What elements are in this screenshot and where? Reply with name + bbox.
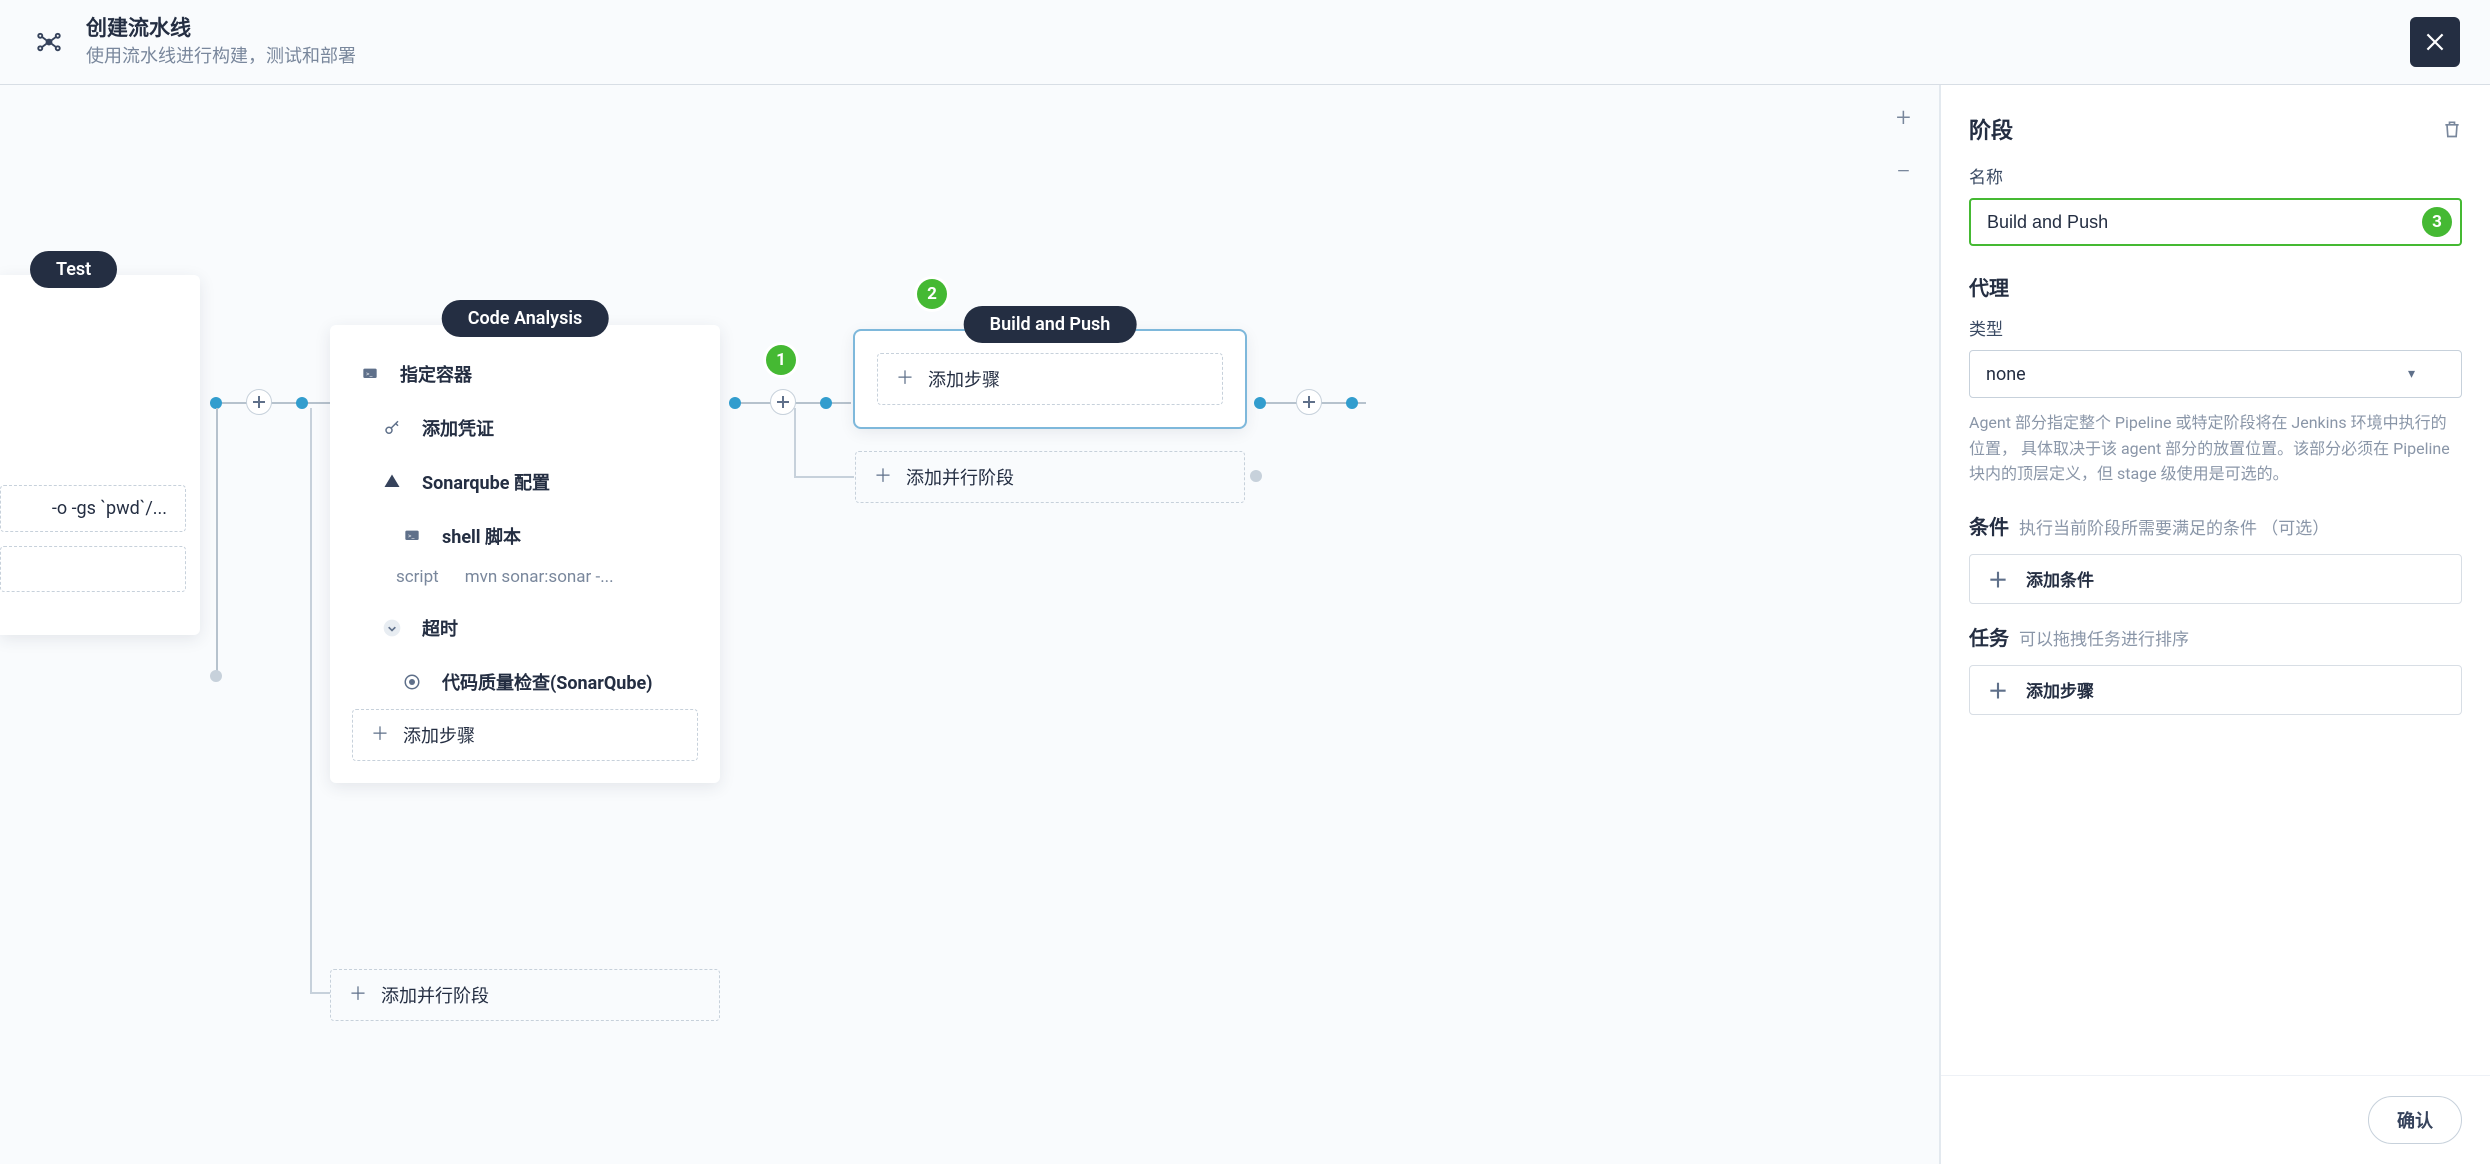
plus-icon: ＋ bbox=[349, 986, 367, 1004]
shell-script-row[interactable]: script mvn sonar:sonar -... bbox=[352, 563, 698, 601]
stage-pill-test[interactable]: Test bbox=[30, 251, 117, 288]
page-title: 创建流水线 bbox=[86, 15, 356, 44]
stage-pill-build-push[interactable]: Build and Push bbox=[964, 306, 1137, 343]
svg-text:>_: >_ bbox=[366, 370, 372, 378]
test-script-text: -o -gs `pwd`/... bbox=[52, 498, 167, 519]
build-push-add-parallel-label: 添加并行阶段 bbox=[906, 464, 1014, 490]
pipeline-logo-icon bbox=[30, 23, 68, 61]
close-button[interactable] bbox=[2410, 17, 2460, 67]
terminal-icon: >_ bbox=[358, 362, 382, 386]
step-timeout-label: 超时 bbox=[422, 615, 458, 641]
delete-stage-button[interactable] bbox=[2442, 117, 2462, 141]
plus-icon: ＋ bbox=[874, 468, 892, 486]
step-credential-label: 添加凭证 bbox=[422, 415, 494, 441]
chevron-down-icon bbox=[380, 616, 404, 640]
test-placeholder-row[interactable] bbox=[0, 546, 186, 592]
confirm-button[interactable]: 确认 bbox=[2368, 1096, 2462, 1144]
sonarqube-icon bbox=[380, 470, 404, 494]
step-shell[interactable]: >_ shell 脚本 bbox=[352, 509, 698, 563]
build-push-add-step[interactable]: ＋ 添加步骤 bbox=[877, 353, 1223, 405]
add-condition-button[interactable]: ＋ 添加条件 bbox=[1969, 554, 2462, 604]
close-icon bbox=[2422, 29, 2448, 55]
add-stage-between-code-build[interactable] bbox=[770, 389, 796, 415]
step-shell-label: shell 脚本 bbox=[442, 523, 521, 549]
agent-type-select[interactable]: none ▾ bbox=[1969, 350, 2462, 398]
step-quality-label: 代码质量检查(SonarQube) bbox=[442, 669, 653, 695]
add-stage-between-test-code[interactable] bbox=[246, 389, 272, 415]
condition-section-title: 条件 bbox=[1969, 511, 2009, 540]
shell-script-value: mvn sonar:sonar -... bbox=[465, 567, 614, 587]
step-container[interactable]: >_ 指定容器 bbox=[352, 347, 698, 401]
shell-script-key: script bbox=[396, 567, 439, 587]
agent-section-title: 代理 bbox=[1969, 272, 2462, 301]
plus-icon: ＋ bbox=[371, 726, 389, 744]
stage-card-code-analysis[interactable]: Code Analysis >_ 指定容器 添加凭证 bbox=[330, 325, 720, 783]
callout-badge-3: 3 bbox=[2422, 207, 2452, 237]
build-push-add-step-label: 添加步骤 bbox=[928, 366, 1000, 392]
code-analysis-add-step-label: 添加步骤 bbox=[403, 722, 475, 748]
terminal-icon: >_ bbox=[400, 524, 424, 548]
test-script-fragment[interactable]: -o -gs `pwd`/... bbox=[0, 485, 186, 532]
step-quality-gate[interactable]: 代码质量检查(SonarQube) bbox=[352, 655, 698, 709]
plus-icon: ＋ bbox=[1988, 675, 2008, 704]
pipeline-canvas[interactable]: + − Test -o -gs `pwd`/... bbox=[0, 85, 1940, 1164]
callout-badge-2: 2 bbox=[917, 279, 947, 309]
type-label: 类型 bbox=[1969, 315, 2462, 340]
stage-name-input[interactable] bbox=[1969, 198, 2462, 246]
plus-icon: ＋ bbox=[896, 370, 914, 388]
code-analysis-add-parallel[interactable]: ＋ 添加并行阶段 bbox=[330, 969, 720, 1021]
header-title-block: 创建流水线 使用流水线进行构建，测试和部署 bbox=[86, 15, 356, 70]
add-step-label: 添加步骤 bbox=[2026, 677, 2094, 702]
add-stage-after-build[interactable] bbox=[1296, 389, 1322, 415]
step-sonarqube-config[interactable]: Sonarqube 配置 bbox=[352, 455, 698, 509]
add-condition-label: 添加条件 bbox=[2026, 566, 2094, 591]
record-icon bbox=[400, 670, 424, 694]
step-credential[interactable]: 添加凭证 bbox=[352, 401, 698, 455]
svg-text:>_: >_ bbox=[408, 532, 414, 540]
build-push-add-parallel[interactable]: ＋ 添加并行阶段 bbox=[855, 451, 1245, 503]
stage-pill-code-analysis[interactable]: Code Analysis bbox=[442, 300, 609, 337]
callout-badge-1: 1 bbox=[766, 345, 796, 375]
trash-icon bbox=[2442, 117, 2462, 141]
name-label: 名称 bbox=[1969, 163, 2462, 188]
code-analysis-add-step[interactable]: ＋ 添加步骤 bbox=[352, 709, 698, 761]
step-sonarqube-label: Sonarqube 配置 bbox=[422, 469, 550, 495]
add-step-button[interactable]: ＋ 添加步骤 bbox=[1969, 665, 2462, 715]
stage-card-build-push[interactable]: Build and Push 2 ＋ 添加步骤 bbox=[855, 331, 1245, 427]
agent-type-value: none bbox=[1986, 364, 2026, 385]
code-analysis-add-parallel-label: 添加并行阶段 bbox=[381, 982, 489, 1008]
step-container-label: 指定容器 bbox=[400, 361, 472, 387]
agent-helper-text: Agent 部分指定整个 Pipeline 或特定阶段将在 Jenkins 环境… bbox=[1969, 410, 2462, 487]
chevron-down-icon: ▾ bbox=[2408, 366, 2415, 382]
header-bar: 创建流水线 使用流水线进行构建，测试和部署 bbox=[0, 0, 2490, 85]
key-icon bbox=[380, 416, 404, 440]
zoom-controls: + − bbox=[1896, 105, 1911, 185]
stage-config-panel: 阶段 名称 3 代理 类型 none ▾ Agent 部分指定整个 Pipeli… bbox=[1940, 85, 2490, 1164]
zoom-in-button[interactable]: + bbox=[1896, 105, 1911, 131]
condition-section-sub: 执行当前阶段所需要满足的条件 （可选） bbox=[2019, 514, 2329, 539]
step-timeout[interactable]: 超时 bbox=[352, 601, 698, 655]
task-section-title: 任务 bbox=[1969, 622, 2009, 651]
stage-card-test[interactable]: Test -o -gs `pwd`/... bbox=[0, 275, 200, 635]
panel-title: 阶段 bbox=[1969, 113, 2013, 145]
page-subtitle: 使用流水线进行构建，测试和部署 bbox=[86, 44, 356, 69]
zoom-out-button[interactable]: − bbox=[1896, 159, 1911, 185]
plus-icon: ＋ bbox=[1988, 564, 2008, 593]
task-section-sub: 可以拖拽任务进行排序 bbox=[2019, 625, 2189, 650]
